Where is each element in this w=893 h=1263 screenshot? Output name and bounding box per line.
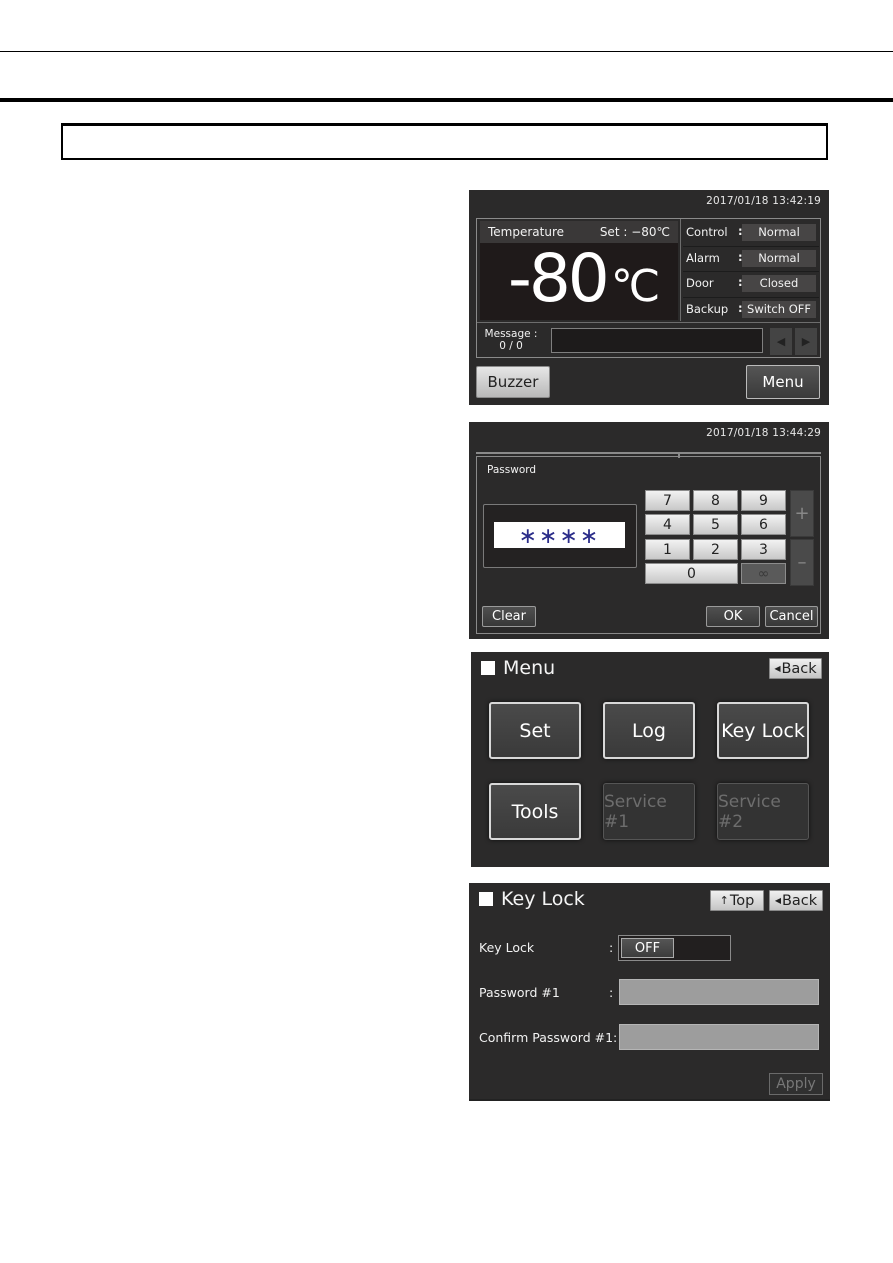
key-1[interactable]: 1 [645, 539, 690, 560]
password-input[interactable] [619, 979, 819, 1005]
status-row-alarm: Alarm: Normal [683, 247, 819, 272]
key-0[interactable]: 0 [645, 563, 738, 584]
key-lock-title-text: Key Lock [501, 888, 585, 910]
key-lock-title: Key Lock [479, 888, 585, 910]
password-field[interactable]: ∗∗∗∗ [494, 522, 625, 549]
square-icon [479, 892, 493, 906]
key-lock-screen: Key Lock ↑ Top ◀ Back Key Lock : OFF Passw… [469, 883, 830, 1101]
triangle-left-icon: ◀ [774, 896, 781, 905]
key-7[interactable]: 7 [645, 490, 690, 511]
menu-button[interactable]: Menu [746, 365, 820, 399]
current-temp-unit: ℃ [610, 261, 661, 312]
password-dialog: Password ∗∗∗∗ 7 8 9 4 5 6 1 2 3 0 ∞ + – … [476, 456, 821, 634]
current-temp-value: -80 [508, 240, 610, 317]
status-row-backup: Backup: Switch OFF [683, 298, 819, 323]
message-prev-button[interactable]: ◀ [770, 328, 792, 355]
confirm-password-input[interactable] [619, 1024, 819, 1050]
key-2[interactable]: 2 [693, 539, 738, 560]
message-label: Message : 0 / 0 [481, 328, 541, 352]
menu-tile-service-1: Service #1 [603, 783, 695, 840]
status-value: Closed [742, 275, 816, 292]
top-button[interactable]: ↑ Top [710, 890, 764, 911]
key-8[interactable]: 8 [693, 490, 738, 511]
section-title-box [61, 123, 828, 160]
set-temperature: Set : −80℃ [599, 225, 670, 239]
divider [476, 452, 821, 454]
key-lock-toggle-state: OFF [621, 938, 674, 958]
password-label: Password #1 [479, 985, 560, 1000]
status-key: Door [686, 276, 714, 290]
status-key: Control [686, 225, 728, 239]
message-row: Message : 0 / 0 ◀ ▶ [477, 322, 820, 358]
square-icon [481, 661, 495, 675]
message-count: 0 / 0 [499, 340, 523, 352]
status-value: Normal [742, 249, 816, 267]
key-4[interactable]: 4 [645, 514, 690, 535]
back-button[interactable]: ◀ Back [769, 890, 823, 911]
key-lock-toggle[interactable]: OFF [618, 935, 731, 961]
menu-tile-service-2: Service #2 [717, 783, 809, 840]
key-6[interactable]: 6 [741, 514, 786, 535]
status-value: Switch OFF [742, 300, 816, 318]
status-value: Normal [742, 224, 816, 241]
apply-button: Apply [769, 1073, 823, 1095]
password-title: Password [487, 464, 537, 476]
colon: : [609, 985, 614, 1000]
arrow-up-icon: ↑ [719, 894, 729, 907]
status-row-control: Control: Normal [683, 221, 819, 247]
menu-screen: Menu ◀ Back Set Log Key Lock Tools Servic… [471, 652, 829, 867]
home-screen: 2017/01/18 13:42:19 Temperature Set : −8… [469, 190, 829, 405]
temperature-label: Temperature [488, 225, 565, 239]
message-next-button[interactable]: ▶ [795, 328, 817, 355]
status-key: Backup [686, 301, 729, 316]
current-temperature: -80℃ [508, 239, 660, 327]
key-lock-label: Key Lock [479, 940, 535, 955]
triangle-right-icon: ▶ [801, 335, 811, 348]
datetime: 2017/01/18 13:44:29 [706, 427, 821, 439]
key-3[interactable]: 3 [741, 539, 786, 560]
key-5[interactable]: 5 [693, 514, 738, 535]
status-key: Alarm [686, 250, 720, 265]
buzzer-button[interactable]: Buzzer [476, 366, 550, 398]
header-rule-thick [0, 98, 893, 102]
menu-tile-set[interactable]: Set [489, 702, 581, 759]
password-display-frame: ∗∗∗∗ [483, 504, 637, 568]
status-list: Control: Normal Alarm: Normal Door: Clos… [683, 221, 819, 322]
message-label-text: Message : [484, 328, 538, 340]
top-label: Top [729, 892, 755, 909]
key-9[interactable]: 9 [741, 490, 786, 511]
ok-button[interactable]: OK [706, 606, 760, 627]
datetime: 2017/01/18 13:42:19 [706, 195, 821, 207]
menu-title-text: Menu [503, 657, 556, 679]
back-button[interactable]: ◀ Back [769, 658, 822, 679]
divider [680, 219, 681, 321]
menu-tile-log[interactable]: Log [603, 702, 695, 759]
back-label: Back [781, 892, 818, 909]
temperature-panel: Temperature Set : −80℃ -80℃ [480, 221, 678, 320]
password-screen: 2017/01/18 13:44:29 Password ∗∗∗∗ 7 8 9 … [469, 422, 829, 639]
confirm-password-label: Confirm Password #1: [479, 1030, 618, 1045]
clear-button[interactable]: Clear [482, 606, 536, 627]
triangle-left-icon: ◀ [774, 664, 781, 673]
status-frame: Temperature Set : −80℃ -80℃ Control: Nor… [476, 218, 821, 358]
menu-tile-key-lock[interactable]: Key Lock [717, 702, 809, 759]
status-row-door: Door: Closed [683, 272, 819, 298]
minus-button[interactable]: – [790, 539, 814, 586]
menu-tile-tools[interactable]: Tools [489, 783, 581, 840]
key-infinity[interactable]: ∞ [741, 563, 786, 584]
triangle-left-icon: ◀ [776, 335, 786, 348]
message-box [551, 328, 763, 353]
menu-title: Menu [481, 657, 555, 679]
colon: : [609, 940, 614, 955]
plus-button[interactable]: + [790, 490, 814, 537]
back-label: Back [781, 660, 817, 677]
cancel-button[interactable]: Cancel [765, 606, 818, 627]
header-rule-thin [0, 51, 893, 52]
